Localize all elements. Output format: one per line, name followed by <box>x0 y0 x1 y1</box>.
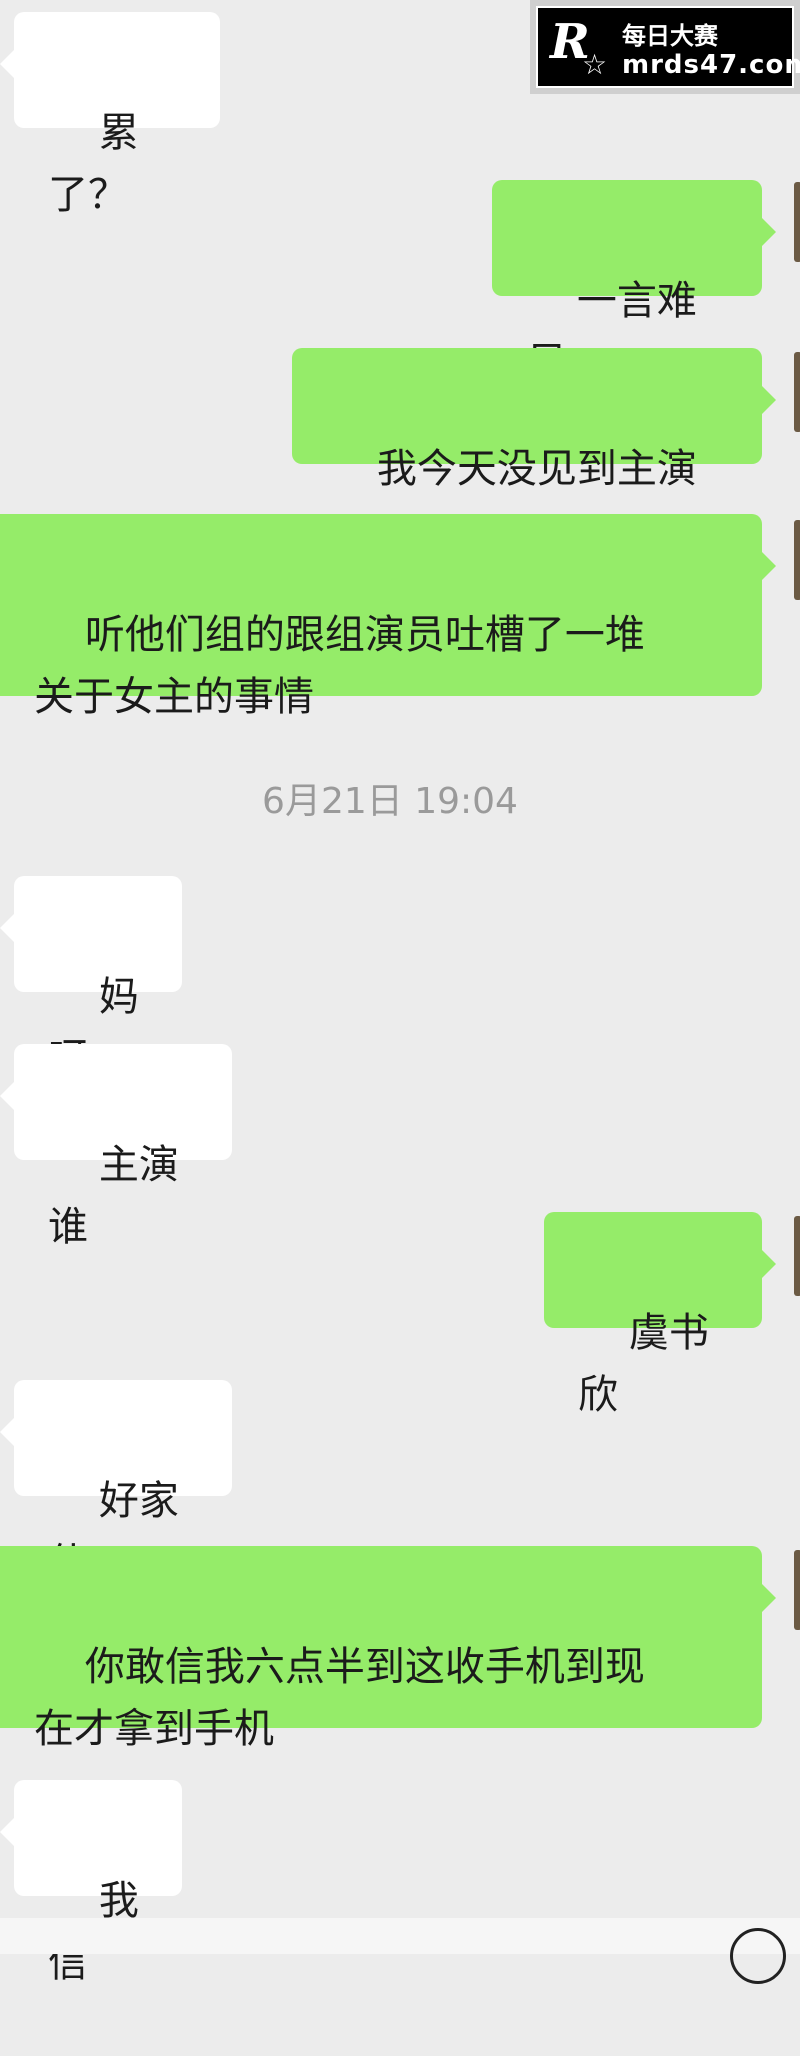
message-received-2[interactable]: 妈呀 <box>0 876 182 1082</box>
message-text: 你敢信我六点半到这收手机到现 在才拿到手机 <box>34 1644 645 1752</box>
message-text: 我今天没见到主演 <box>376 446 697 492</box>
watermark-title: 每日大赛 <box>622 22 718 50</box>
message-text: 听他们组的跟组演员吐槽了一堆 关于女主的事情 <box>34 612 645 720</box>
message-received-3[interactable]: 主演谁 <box>0 1044 232 1250</box>
avatar[interactable] <box>794 352 800 432</box>
watermark-logo: R ☆ 每日大赛 mrds47.com <box>530 0 800 94</box>
message-timestamp: 6月21日 19:04 <box>262 781 518 822</box>
input-bar[interactable] <box>0 1918 800 1954</box>
message-text: 主演谁 <box>48 1142 179 1250</box>
message-sent-1[interactable]: 一言难尽 <box>492 180 776 386</box>
message-sent-3[interactable]: 听他们组的跟组演员吐槽了一堆 关于女主的事情 <box>0 514 776 720</box>
chat-area: 累了？ 一言难尽 我今天没见到主演 听他们组的跟组演员吐槽了一堆 关于女主的事情… <box>0 0 800 1986</box>
message-sent-4[interactable]: 虞书欣 <box>544 1212 776 1418</box>
watermark-frame: R ☆ 每日大赛 mrds47.com <box>536 6 800 88</box>
message-sent-5[interactable]: 你敢信我六点半到这收手机到现 在才拿到手机 <box>0 1546 776 1752</box>
avatar[interactable] <box>794 1550 800 1630</box>
avatar[interactable] <box>794 520 800 600</box>
voice-icon[interactable] <box>730 1928 786 1984</box>
message-received-5[interactable]: 我信 <box>0 1780 182 1986</box>
message-received-1[interactable]: 累了？ <box>0 12 220 218</box>
message-received-4[interactable]: 好家伙 <box>0 1380 232 1586</box>
message-text: 累了？ <box>48 110 139 218</box>
star-icon: ☆ <box>582 48 608 81</box>
avatar[interactable] <box>794 1216 800 1296</box>
message-sent-2[interactable]: 我今天没见到主演 <box>292 348 776 492</box>
watermark-url: mrds47.com <box>622 50 800 80</box>
avatar[interactable] <box>794 182 800 262</box>
message-text: 虞书欣 <box>578 1310 709 1418</box>
